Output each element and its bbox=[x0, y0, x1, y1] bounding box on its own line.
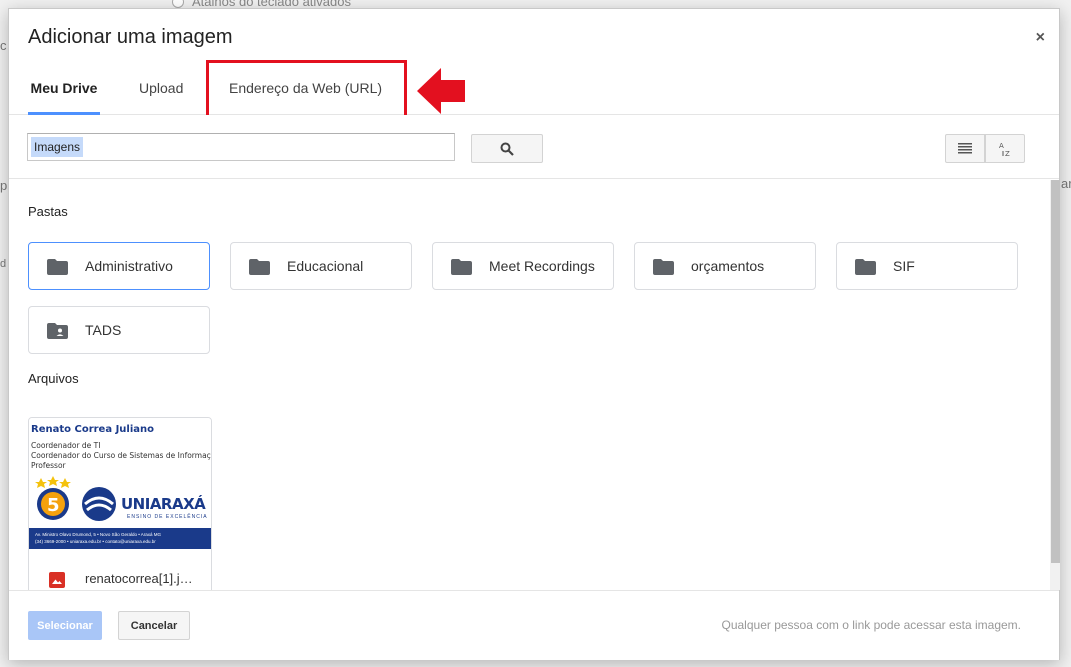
dialog-footer: Selecionar Cancelar Qualquer pessoa com … bbox=[9, 590, 1059, 660]
cancel-button[interactable]: Cancelar bbox=[118, 611, 190, 640]
dialog-title: Adicionar uma imagem bbox=[28, 26, 233, 48]
list-view-button[interactable] bbox=[945, 134, 985, 163]
add-image-dialog: Adicionar uma imagem × Meu Drive Upload … bbox=[8, 8, 1060, 660]
sort-button[interactable]: A Z bbox=[985, 134, 1025, 163]
folder-name: Meet Recordings bbox=[489, 258, 595, 274]
folder-icon bbox=[249, 259, 270, 275]
image-icon bbox=[49, 572, 65, 588]
folder-item[interactable]: TADS bbox=[28, 306, 210, 354]
folder-icon bbox=[451, 259, 472, 275]
uniaraxa-emblem-icon bbox=[82, 487, 116, 521]
file-browser: Pastas Administrativo Educacional Meet R… bbox=[9, 180, 1049, 590]
thumbnail-line: Coordenador de TI bbox=[31, 441, 101, 450]
sort-az-icon: A Z bbox=[999, 142, 1010, 157]
shared-folder-icon bbox=[47, 323, 68, 339]
folder-icon bbox=[47, 259, 68, 275]
award-badge-icon: 5 bbox=[35, 476, 71, 520]
thumbnail-line: Professor bbox=[31, 461, 66, 470]
sharing-note: Qualquer pessoa com o link pode acessar … bbox=[721, 618, 1022, 632]
search-query-chip: Imagens bbox=[31, 137, 84, 157]
thumbnail-footer-bar: Av. Ministro Olavo Drumond, 5 • Novo São… bbox=[29, 528, 211, 549]
thumbnail-address: Av. Ministro Olavo Drumond, 5 • Novo São… bbox=[35, 532, 162, 537]
select-button[interactable]: Selecionar bbox=[28, 611, 102, 640]
file-name: renatocorrea[1].j… bbox=[85, 571, 193, 586]
list-view-icon bbox=[958, 143, 972, 154]
red-arrow-icon bbox=[417, 68, 465, 114]
search-input[interactable] bbox=[27, 133, 455, 161]
folder-item[interactable]: Meet Recordings bbox=[432, 242, 614, 290]
file-thumbnail: Renato Correa Juliano Coordenador de TI … bbox=[29, 418, 212, 549]
close-button[interactable]: × bbox=[1036, 29, 1045, 47]
tab-meu-drive[interactable]: Meu Drive bbox=[28, 67, 100, 115]
highlight-box bbox=[206, 60, 407, 121]
radio-icon bbox=[172, 0, 184, 8]
scrollbar[interactable] bbox=[1050, 180, 1060, 590]
search-icon bbox=[500, 142, 514, 156]
folder-item[interactable]: Educacional bbox=[230, 242, 412, 290]
toolbar: Imagens A Z bbox=[9, 115, 1059, 179]
background-edge-text: ar bbox=[1061, 176, 1071, 191]
folder-icon bbox=[855, 259, 876, 275]
files-heading: Arquivos bbox=[28, 371, 79, 386]
scrollbar-thumb[interactable] bbox=[1051, 180, 1060, 563]
svg-text:Z: Z bbox=[1005, 150, 1010, 157]
search-button[interactable] bbox=[471, 134, 543, 163]
folder-name: orçamentos bbox=[691, 258, 765, 274]
svg-text:A: A bbox=[999, 142, 1004, 150]
folder-name: Administrativo bbox=[85, 258, 173, 274]
folder-item[interactable]: SIF bbox=[836, 242, 1018, 290]
uniaraxa-logo-text: UNIARAXÁ bbox=[121, 495, 206, 513]
folder-item[interactable]: orçamentos bbox=[634, 242, 816, 290]
folder-name: SIF bbox=[893, 258, 915, 274]
tab-upload[interactable]: Upload bbox=[139, 67, 183, 115]
uniaraxa-tagline: ENSINO DE EXCELÊNCIA bbox=[127, 514, 208, 520]
folder-icon bbox=[653, 259, 674, 275]
folder-name: Educacional bbox=[287, 258, 364, 274]
folders-heading: Pastas bbox=[28, 204, 68, 219]
thumbnail-line: Coordenador do Curso de Sistemas de Info… bbox=[31, 451, 212, 460]
file-item[interactable]: Renato Correa Juliano Coordenador de TI … bbox=[28, 417, 212, 590]
thumbnail-person-name: Renato Correa Juliano bbox=[31, 424, 154, 435]
folder-item[interactable]: Administrativo bbox=[28, 242, 210, 290]
badge-number: 5 bbox=[47, 495, 60, 516]
background-edge-text: d bbox=[0, 258, 7, 270]
thumbnail-contact: (34) 3669-2000 • uniaraxa.edu.br • conta… bbox=[35, 539, 156, 544]
folder-name: TADS bbox=[85, 322, 122, 338]
tab-bar: Meu Drive Upload Endereço da Web (URL) bbox=[9, 67, 1059, 115]
background-edge-text: p bbox=[0, 178, 8, 193]
background-edge-text: c bbox=[0, 38, 7, 53]
